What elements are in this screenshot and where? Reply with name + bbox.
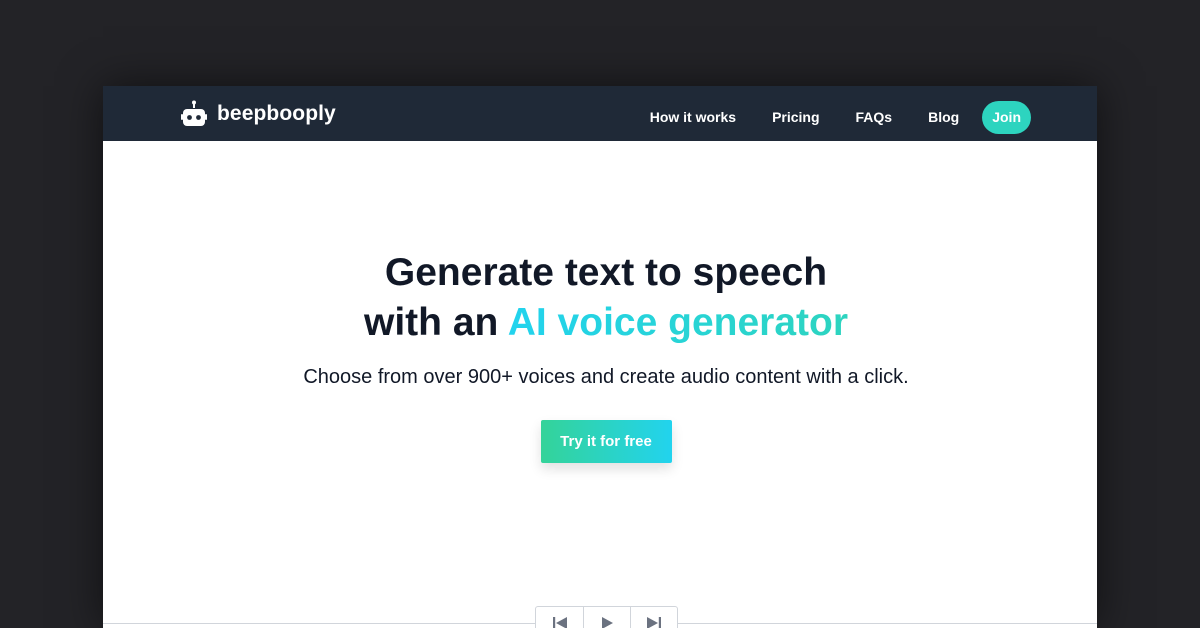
nav-links: How it works Pricing FAQs Blog Join [650, 100, 1031, 134]
nav-link-how-it-works[interactable]: How it works [650, 109, 736, 125]
nav-link-blog[interactable]: Blog [928, 109, 959, 125]
try-it-for-free-button[interactable]: Try it for free [540, 420, 672, 463]
hero-headline: Generate text to speech with an AI voice… [103, 248, 1097, 348]
audio-player-controls [535, 606, 678, 628]
nav-link-faqs[interactable]: FAQs [856, 109, 893, 125]
browser-window: beepbooply How it works Pricing FAQs Blo… [103, 86, 1097, 628]
brand-name: beepbooply [217, 102, 336, 125]
nav-link-pricing[interactable]: Pricing [772, 109, 819, 125]
headline-accent-text: AI voice generator [507, 301, 848, 344]
skip-forward-button[interactable] [630, 607, 677, 628]
headline-line-2-prefix: with an [364, 301, 508, 344]
hero-section: Generate text to speech with an AI voice… [103, 248, 1097, 463]
skip-back-button[interactable] [536, 607, 583, 628]
hero-subtitle: Choose from over 900+ voices and create … [303, 366, 909, 388]
brand-logo-link[interactable]: beepbooply [181, 100, 336, 128]
robot-icon [181, 100, 207, 126]
skip-forward-icon [647, 617, 661, 628]
skip-back-icon [552, 617, 567, 628]
top-navbar: beepbooply How it works Pricing FAQs Blo… [103, 86, 1097, 141]
join-button[interactable]: Join [982, 100, 1031, 134]
headline-line-1: Generate text to speech [384, 251, 828, 294]
play-icon [602, 617, 613, 628]
play-button[interactable] [583, 607, 630, 628]
cta-wrapper: Try it for free [103, 420, 1097, 463]
